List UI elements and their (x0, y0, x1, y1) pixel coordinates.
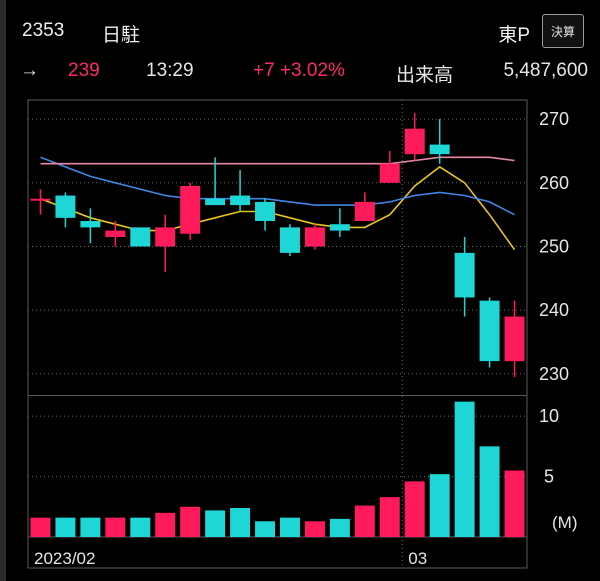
volume-bar (105, 517, 126, 537)
volume-bar (454, 401, 475, 537)
candle-body (80, 221, 101, 228)
volume-tick-label: 10 (539, 406, 559, 426)
volume-bar (30, 517, 51, 537)
candle-body (205, 198, 226, 206)
candle-body (279, 227, 300, 253)
volume-bar (329, 518, 350, 537)
volume-bar (255, 521, 276, 537)
candle-body (379, 163, 400, 183)
volume-bar (479, 446, 500, 537)
candle-body (329, 224, 350, 231)
price-tick-label: 270 (539, 109, 569, 129)
candle-body (105, 230, 126, 237)
candle-body (504, 316, 525, 362)
candle-body (429, 144, 450, 155)
volume-bar (504, 470, 525, 537)
volume-bar (230, 507, 251, 537)
volume-bar (205, 510, 226, 537)
candle-body (180, 185, 201, 234)
volume-bar (404, 481, 425, 537)
moving-average-short (40, 165, 516, 251)
price-tick-label: 230 (539, 364, 569, 384)
price-tick-label: 240 (539, 300, 569, 320)
candle-body (55, 195, 76, 218)
volume-bar (55, 517, 76, 537)
volume-bar (304, 521, 325, 537)
volume-bar (354, 505, 375, 537)
candle-body (404, 128, 425, 155)
volume-bar (180, 506, 201, 537)
candle-body (130, 227, 151, 247)
candle-body (479, 300, 500, 362)
x-tick-label: 2023/02 (34, 549, 95, 568)
volume-unit-label: (M) (552, 513, 577, 532)
candle-body (454, 252, 475, 298)
candle-body (230, 195, 251, 206)
volume-bar (130, 517, 151, 537)
volume-tick-label: 5 (544, 467, 554, 487)
volume-bar (80, 517, 101, 537)
volume-bar (379, 497, 400, 537)
moving-average-long (40, 156, 515, 165)
volume-bar (429, 474, 450, 537)
chart-frame (27, 99, 528, 569)
volume-bar (279, 517, 300, 537)
price-tick-label: 260 (539, 173, 569, 193)
volume-bar (155, 512, 176, 537)
candle-body (255, 201, 276, 222)
x-tick-label: 03 (408, 549, 427, 568)
candle-body (155, 227, 176, 247)
candlestick-chart: 230 240 250 260 270 5 10 (M) 2023/02 03 (27, 99, 577, 569)
candle-body (30, 198, 51, 201)
candle-body (354, 201, 375, 222)
moving-average-mid (40, 156, 515, 216)
price-tick-label: 250 (539, 237, 569, 257)
candle-body (304, 227, 325, 247)
